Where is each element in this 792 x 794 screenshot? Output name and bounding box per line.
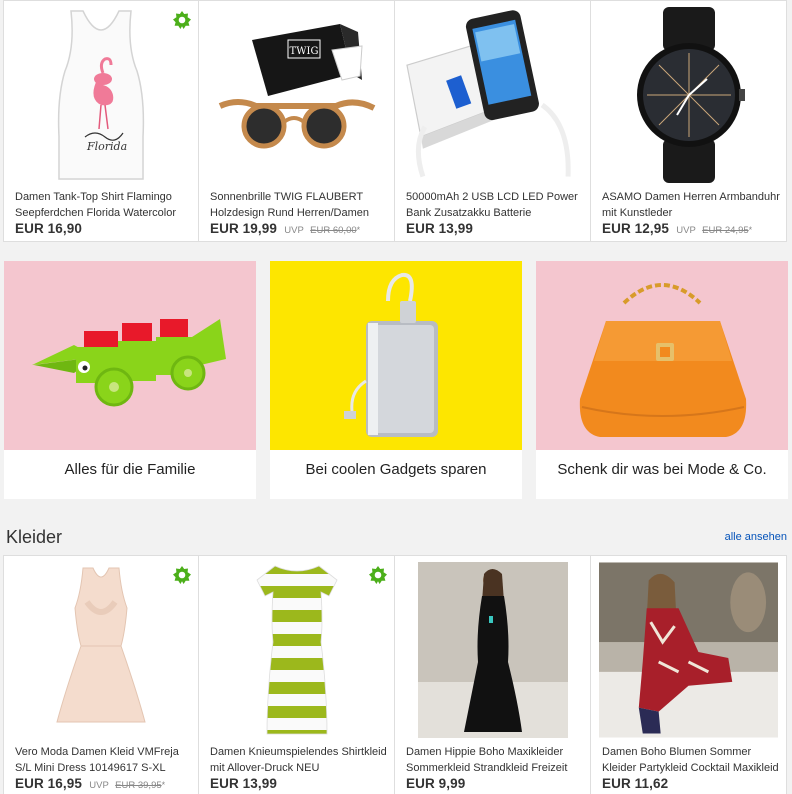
top-rated-badge-icon <box>173 11 191 29</box>
product-card[interactable]: Vero Moda Damen Kleid VMFreja S/L Mini D… <box>3 555 199 794</box>
price-line: EUR 13,99 <box>406 221 473 236</box>
uvp-label: UVP <box>284 225 304 236</box>
top-rated-badge-icon <box>369 566 387 584</box>
see-all-link[interactable]: alle ansehen <box>725 531 787 543</box>
product-title[interactable]: Vero Moda Damen Kleid VMFreja S/L Mini D… <box>15 744 192 776</box>
footnote-asterisk: * <box>161 780 166 790</box>
uvp-label: UVP <box>676 225 696 236</box>
product-image-sunglasses[interactable]: TWIG <box>207 7 386 183</box>
price-line: EUR 16,90 <box>15 221 82 236</box>
product-image-tank-top[interactable]: Florida <box>12 7 190 183</box>
product-price: EUR 16,90 <box>15 221 82 236</box>
promo-label[interactable]: Bei coolen Gadgets sparen <box>270 461 522 478</box>
price-line: EUR 16,95 UVP EUR 39,95* <box>15 776 165 791</box>
top-product-row: Florida Damen Tank-Top Shirt Flamingo Se… <box>3 0 787 242</box>
product-title[interactable]: Damen Boho Blumen Sommer Kleider Partykl… <box>602 744 780 776</box>
product-card[interactable]: Florida Damen Tank-Top Shirt Flamingo Se… <box>3 0 199 242</box>
product-title[interactable]: Damen Tank-Top Shirt Flamingo Seepferdch… <box>15 189 192 221</box>
product-title[interactable]: 50000mAh 2 USB LCD LED Power Bank Zusatz… <box>406 189 584 221</box>
product-title[interactable]: Sonnenbrille TWIG FLAUBERT Holzdesign Ru… <box>210 189 388 221</box>
product-title[interactable]: ASAMO Damen Herren Armbanduhr mit Kunstl… <box>602 189 780 221</box>
promo-image-handbag <box>536 261 788 450</box>
product-image-boho-dress[interactable] <box>599 562 778 738</box>
product-price: EUR 13,99 <box>406 221 473 236</box>
promo-image-power-bank <box>270 261 522 450</box>
uvp-label: UVP <box>89 780 109 791</box>
product-price: EUR 9,99 <box>406 776 466 791</box>
original-price: EUR 39,95 <box>115 780 162 791</box>
product-title[interactable]: Damen Hippie Boho Maxikleider Sommerklei… <box>406 744 584 776</box>
section-title: Kleider <box>6 527 63 547</box>
promo-tile-fashion[interactable]: Schenk dir was bei Mode & Co. <box>536 261 788 499</box>
top-rated-badge-icon <box>173 566 191 584</box>
promo-label[interactable]: Alles für die Familie <box>4 461 256 478</box>
original-price: EUR 60,00 <box>310 225 357 236</box>
product-image-striped-dress[interactable] <box>207 562 386 738</box>
price-line: EUR 13,99 <box>210 776 277 791</box>
product-image-black-maxi-dress[interactable] <box>403 562 582 738</box>
product-card[interactable]: 50000mAh 2 USB LCD LED Power Bank Zusatz… <box>395 0 591 242</box>
promo-label[interactable]: Schenk dir was bei Mode & Co. <box>536 461 788 478</box>
product-price: EUR 12,95 <box>602 221 669 236</box>
product-image-watch[interactable] <box>599 7 778 183</box>
product-title[interactable]: Damen Knieumspielendes Shirtkleid mit Al… <box>210 744 388 776</box>
price-line: EUR 12,95 UVP EUR 24,95* <box>602 221 752 236</box>
product-card[interactable]: ASAMO Damen Herren Armbanduhr mit Kunstl… <box>591 0 787 242</box>
product-image-power-bank[interactable] <box>403 7 582 183</box>
price-line: EUR 19,99 UVP EUR 60,00* <box>210 221 360 236</box>
svg-text:TWIG: TWIG <box>289 46 318 57</box>
footnote-asterisk: * <box>748 225 753 235</box>
promo-tile-gadgets[interactable]: Bei coolen Gadgets sparen <box>270 261 522 499</box>
price-line: EUR 9,99 <box>406 776 465 791</box>
product-price: EUR 11,62 <box>602 776 669 791</box>
product-card[interactable]: Damen Boho Blumen Sommer Kleider Partykl… <box>591 555 787 794</box>
product-image-dress-beige[interactable] <box>12 562 190 738</box>
price-line: EUR 11,62 <box>602 776 668 791</box>
product-card[interactable]: TWIG Sonnenbrille TWIG FLAUBERT Holzdesi… <box>199 0 395 242</box>
product-card[interactable]: Damen Knieumspielendes Shirtkleid mit Al… <box>199 555 395 794</box>
footnote-asterisk: * <box>356 225 361 235</box>
product-price: EUR 19,99 <box>210 221 277 236</box>
original-price: EUR 24,95 <box>702 225 749 236</box>
dress-product-row: Vero Moda Damen Kleid VMFreja S/L Mini D… <box>3 555 787 794</box>
promo-tile-family[interactable]: Alles für die Familie <box>4 261 256 499</box>
product-card[interactable]: Damen Hippie Boho Maxikleider Sommerklei… <box>395 555 591 794</box>
product-price: EUR 16,95 <box>15 776 82 791</box>
svg-text:Florida: Florida <box>86 140 127 153</box>
promo-image-toy-crocodile <box>4 261 256 450</box>
product-price: EUR 13,99 <box>210 776 277 791</box>
